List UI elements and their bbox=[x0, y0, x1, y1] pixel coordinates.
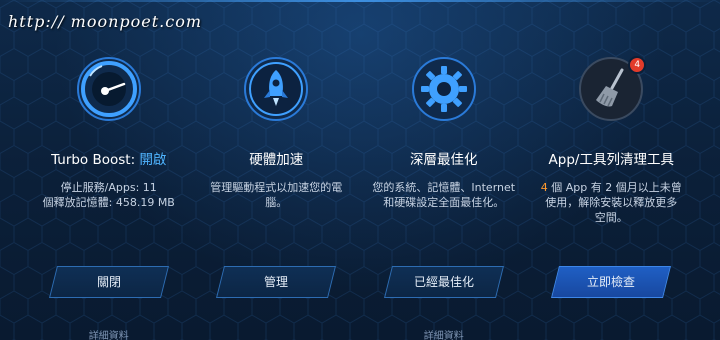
manage-button-label: 管理 bbox=[264, 275, 289, 289]
unused-app-count: 4 bbox=[540, 181, 548, 194]
turbo-boost-status: 開啟 bbox=[139, 152, 167, 168]
hardware-desc-line-1: 管理驅動程式以加速您的電 bbox=[210, 181, 343, 194]
app-cleaner-desc-line-1-text: 個 App 有 2 個月以上未曾 bbox=[547, 181, 682, 194]
column-turbo-boost: Turbo Boost: 開啟 停止服務/Apps: 11 個釋放記憶體: 45… bbox=[25, 0, 193, 340]
turbo-details-link[interactable]: 詳細資料 bbox=[25, 327, 193, 340]
turbo-boost-title: Turbo Boost: 開啟 bbox=[25, 148, 193, 168]
gear-icon bbox=[411, 56, 477, 122]
optimized-button-label: 已經最佳化 bbox=[413, 275, 474, 289]
deep-opt-desc-line-1: 您的系統、記憶體、Internet bbox=[372, 181, 516, 194]
app-cleaner-title: App/工具列清理工具 bbox=[548, 152, 674, 168]
deep-optimization-description: 您的系統、記憶體、Internet 和硬碟設定全面最佳化。 bbox=[370, 180, 518, 210]
turbo-boost-label: Turbo Boost: bbox=[51, 152, 140, 168]
optimized-button[interactable]: 已經最佳化 bbox=[383, 266, 504, 298]
feature-columns: Turbo Boost: 開啟 停止服務/Apps: 11 個釋放記憶體: 45… bbox=[25, 0, 695, 340]
deep-opt-desc-line-2: 和硬碟設定全面最佳化。 bbox=[383, 196, 505, 209]
hardware-desc-line-2: 腦。 bbox=[265, 196, 288, 209]
check-now-button-label: 立即檢查 bbox=[587, 275, 636, 289]
rocket-icon bbox=[243, 56, 309, 122]
turbo-off-button-label: 關閉 bbox=[96, 275, 121, 289]
turbo-boost-description: 停止服務/Apps: 11 個釋放記憶體: 458.19 MB bbox=[35, 180, 183, 210]
check-now-button[interactable]: 立即檢查 bbox=[551, 266, 672, 298]
optimization-details-link[interactable]: 詳細資料 bbox=[360, 327, 528, 340]
hardware-acceleration-description: 管理驅動程式以加速您的電 腦。 bbox=[203, 180, 351, 210]
freed-memory-line: 個釋放記憶體: 458.19 MB bbox=[42, 196, 175, 209]
column-app-cleaner: 4 App/工具列清理工具 4 個 App 有 2 個月以上未曾 使用，解除安裝… bbox=[528, 0, 696, 340]
broom-icon: 4 bbox=[578, 56, 647, 122]
turbo-off-button[interactable]: 關閉 bbox=[48, 266, 169, 298]
column-hardware-acceleration: 硬體加速 管理驅動程式以加速您的電 腦。 管理 bbox=[193, 0, 361, 340]
manage-button[interactable]: 管理 bbox=[216, 266, 337, 298]
app-cleaner-desc-line-1: 4 個 App 有 2 個月以上未曾 bbox=[538, 180, 686, 195]
app-cleaner-description: 4 個 App 有 2 個月以上未曾 使用，解除安裝以釋放更多 空間。 bbox=[538, 180, 686, 225]
app-cleaner-desc-line-3: 空間。 bbox=[594, 211, 628, 224]
hardware-acceleration-title: 硬體加速 bbox=[249, 152, 304, 168]
deep-optimization-title: 深層最佳化 bbox=[410, 152, 478, 168]
app-cleaner-desc-line-2: 使用，解除安裝以釋放更多 bbox=[545, 196, 678, 209]
stopped-services-line: 停止服務/Apps: 11 bbox=[60, 181, 157, 194]
speedometer-icon bbox=[76, 56, 142, 122]
column-deep-optimization: 深層最佳化 您的系統、記憶體、Internet 和硬碟設定全面最佳化。 已經最佳… bbox=[360, 0, 528, 340]
